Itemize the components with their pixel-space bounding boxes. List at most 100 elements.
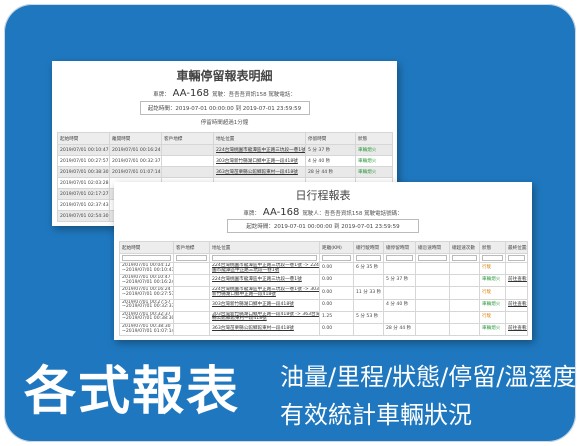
plate-label: 車牌： [153,92,170,98]
table-row: 2019/07/01 00:16:24 ~2019/07/01 00:27:57… [119,286,528,300]
column-header: 地址位置 [209,241,320,254]
filter-input[interactable] [212,255,317,261]
table-cell: 2019/07/01 00:16:24 ~2019/07/01 00:27:57 [119,286,174,300]
filter-cell[interactable] [449,253,480,263]
map-link[interactable]: 前往查看地點 [505,322,528,337]
banner-tagline-2: 有效統計車輛狀況 [280,401,472,429]
table-cell [415,261,450,276]
column-header: 狀態 [479,241,506,254]
filter-cell[interactable] [505,253,528,263]
column-header: 起始時間 [119,241,174,254]
filter-input[interactable] [322,255,351,261]
table-cell: 224台灣桃園市龍潭區中正路三坑段一巷1號 -> 303台灣 新竹縣湖口鄉中正路… [209,286,320,300]
filter-cell[interactable] [383,253,416,263]
map-link [505,286,528,300]
table-row: 2019/07/01 00:38:30 ~2019/07/01 01:07:14… [119,322,528,337]
table-cell: 4 分 40 秒 [383,298,416,312]
filter-cell[interactable] [209,253,320,263]
column-header: 總行駛時間 [353,241,384,254]
column-header: 起始時間 [57,132,110,145]
table-cell: 5 分 37 秒 [383,274,416,288]
table-cell: 303台灣新竹縣湖口鄉中正路一段418號 [209,298,320,312]
filter-input[interactable] [482,255,503,261]
table-row: 2019/07/01 00:10:47 ~2019/07/01 00:16:24… [119,274,528,288]
table-cell: 0.00 [319,261,354,276]
stop-threshold-note: 停留時間超過1分鐘 [200,120,249,126]
table-cell: 5 分 53 秒 [353,310,384,324]
table-cell: 2019/07/01 02:17:27 [57,188,110,200]
table-cell [173,310,210,324]
table-cell: 224台灣桃園市龍潭區中正路三坑段一巷1號 -> 224台灣桃 園市龍潭區中正路… [209,261,320,276]
filter-input[interactable] [452,255,477,261]
filter-cell[interactable] [319,253,354,263]
column-header: 總停留時間 [383,241,416,254]
driver-info: 駕駛：吾吾吾資訊158 駕駛電話： [212,92,296,98]
filter-cell[interactable] [415,253,450,263]
table-cell: 2019/07/01 02:54:30 [57,210,110,222]
table-cell [449,298,480,312]
table-cell [173,322,210,337]
table-cell [353,274,384,288]
table-cell: 2019/07/01 00:04:12 ~2019/07/01 00:10:47 [119,261,174,276]
filter-input[interactable] [418,255,447,261]
table-cell [161,166,214,178]
table-cell: 2019/07/01 01:07:14 [109,166,162,178]
filter-cell[interactable] [353,253,384,263]
filter-input[interactable] [508,255,525,261]
table-row: 2019/07/01 00:38:30 2019/07/01 01:07:14 36… [57,166,393,178]
table-cell [415,298,450,312]
table-cell: 11 分 33 秒 [353,286,384,300]
filter-cell[interactable] [479,253,506,263]
table-cell: 2019/07/01 00:16:24 [109,144,162,156]
map-link [505,261,528,276]
filter-cell[interactable] [173,253,210,263]
map-link[interactable]: 前往查看地點 [505,274,528,288]
table-cell [353,322,384,337]
table-cell [415,310,450,324]
column-header: 總怠速時間 [415,241,450,254]
filter-input[interactable] [386,255,413,261]
table-cell: 2019/07/01 02:37:43 [57,199,110,211]
table-cell [449,310,480,324]
plate-number: AA-168 [262,207,300,218]
table-cell [173,286,210,300]
stop-report-title: 車輛停留報表明細 [176,69,273,83]
table-cell: 車輛熄火 [479,322,506,337]
table-cell: 0.00 [319,286,354,300]
table-cell: 行駛 [479,286,506,300]
table-cell [353,298,384,312]
table-cell: 車輛熄火 [355,155,393,167]
column-header: 離開時間 [109,132,162,145]
table-cell: 0.00 [319,298,354,312]
table-cell [449,322,480,337]
table-cell: 1.25 [319,310,354,324]
table-cell [383,286,416,300]
table-cell [415,322,450,337]
period-range: 起訖時間：2019-07-01 00:00:00 到 2019-07-01 23… [227,219,419,233]
table-cell [161,144,214,156]
filter-row [119,253,528,263]
table-cell: 2019/07/01 00:10:47 [57,144,110,156]
table-cell: 0.00 [319,322,354,337]
filter-input[interactable] [122,255,171,261]
table-cell: 行駛 [479,261,506,276]
table-cell: 28 分 44 秒 [383,322,416,337]
filter-input[interactable] [356,255,381,261]
filter-input[interactable] [176,255,207,261]
table-cell: 2019/07/01 00:27:57 ~2019/07/01 00:32:37 [119,298,174,312]
table-cell: 28 分 44 秒 [305,166,356,178]
table-cell [161,155,214,167]
daily-trip-meta: 車牌： AA-168 駕駛人：吾吾吾資訊158 駕駛電話號碼： [114,207,532,218]
table-cell: 363台灣苗栗縣公館鄉館東村一段418號 [209,322,320,337]
stop-report-meta: 車牌： AA-168 駕駛：吾吾吾資訊158 駕駛電話： [52,88,397,99]
filter-cell[interactable] [119,253,174,263]
table-row: 2019/07/01 00:27:57 2019/07/01 00:32:37 30… [57,155,393,167]
column-header: 總超速次數 [449,241,480,254]
table-row: 2019/07/01 00:27:57 ~2019/07/01 00:32:37… [119,298,528,312]
daily-trip-report-title: 日行程報表 [295,189,351,202]
map-link[interactable]: 前往查看地點 [505,298,528,312]
table-cell: 行駛 [479,310,506,324]
table-cell [383,310,416,324]
table-cell: 車輛熄火 [479,298,506,312]
table-cell [449,261,480,276]
